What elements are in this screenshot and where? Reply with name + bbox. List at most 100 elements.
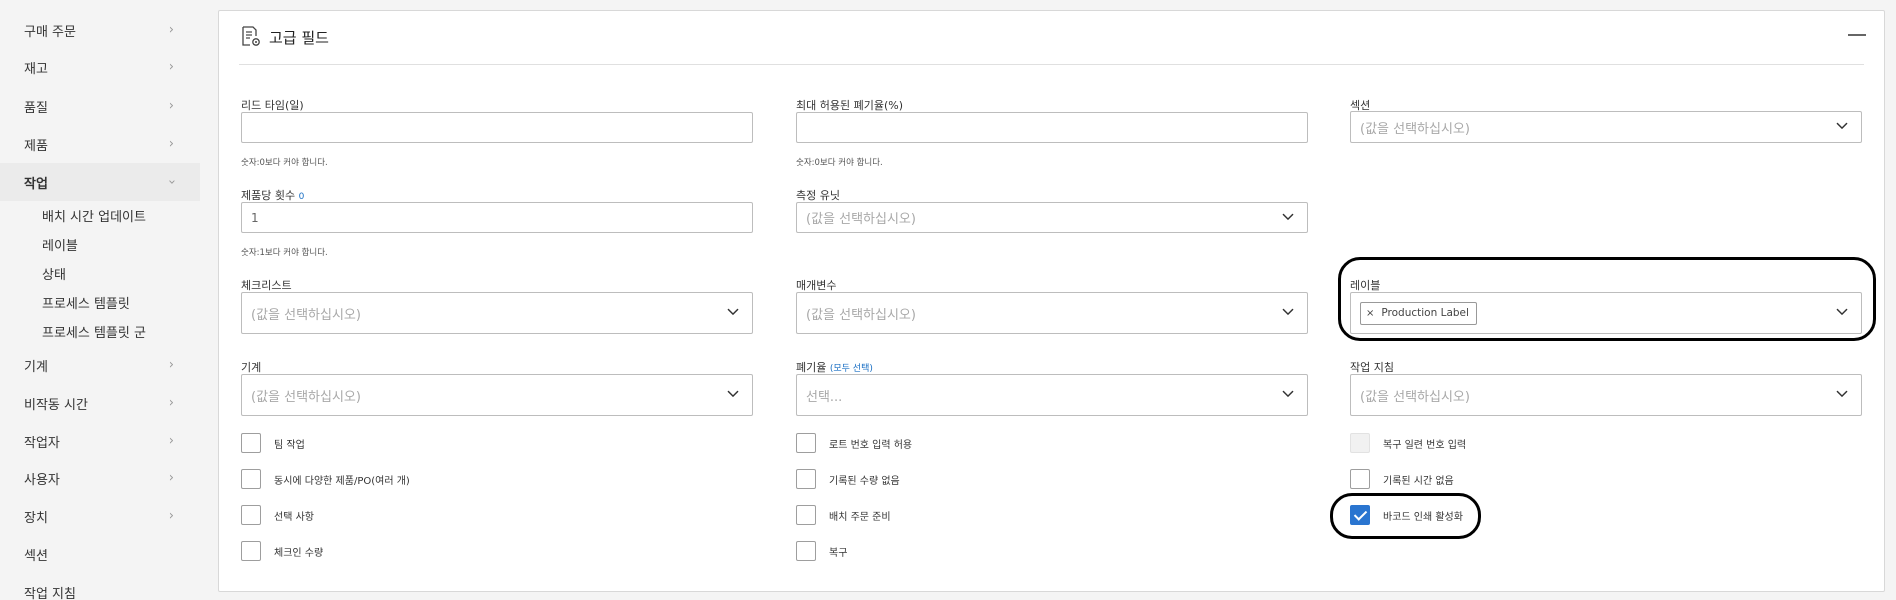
work-instruction-label: 작업 지침 [1350, 361, 1394, 374]
chip-label: Production Label [1381, 307, 1469, 319]
machine-label: 기계 [241, 361, 262, 374]
sidebar-item-label: 작업 [24, 176, 48, 192]
sidebar-item-operations[interactable]: 작업 › [0, 163, 200, 201]
chevron-down-icon [1836, 308, 1848, 316]
allow-lot-number-checkbox[interactable]: 로트 번호 입력 허용 [796, 433, 912, 453]
lead-time-input[interactable] [241, 112, 753, 143]
sidebar-item-products[interactable]: 제품 › [0, 125, 200, 163]
chevron-right-icon: › [168, 470, 174, 486]
max-scrap-hint: 숫자:0보다 커야 합니다. [796, 158, 883, 168]
checkbox-label: 체크인 수량 [274, 547, 324, 559]
checkbox[interactable] [241, 541, 261, 561]
sidebar-item-label: 기계 [24, 359, 48, 375]
section-select-placeholder: (값을 선택하십시오) [1360, 121, 1470, 137]
work-instruction-placeholder: (값을 선택하십시오) [1360, 389, 1470, 405]
checkbox[interactable] [241, 433, 261, 453]
sidebar-subitem-process-template-groups[interactable]: 프로세스 템플릿 군 [42, 317, 146, 346]
chevron-down-icon: › [163, 179, 179, 185]
chevron-right-icon: › [168, 98, 174, 114]
sidebar-item-inventory[interactable]: 재고 › [0, 48, 200, 86]
panel-header: 고급 필드 [219, 11, 1884, 64]
sidebar-item-label: 구매 주문 [24, 24, 76, 40]
labels-label: 레이블 [1350, 279, 1381, 292]
checkbox-label: 선택 사항 [274, 511, 314, 523]
labels-select[interactable]: × Production Label [1350, 292, 1862, 334]
team-work-checkbox[interactable]: 팀 작업 [241, 433, 305, 453]
sidebar-subitem-batch-time-update[interactable]: 배치 시간 업데이트 [42, 201, 146, 230]
select-all-link[interactable]: (모두 선택) [830, 364, 873, 374]
chevron-down-icon [1836, 390, 1848, 398]
count-per-product-hint: 숫자:1보다 커야 합니다. [241, 248, 328, 258]
measure-unit-select[interactable]: (값을 선택하십시오) [796, 202, 1308, 233]
count-per-product-label: 제품당 횟수 0 [241, 187, 304, 203]
chevron-right-icon: › [168, 395, 174, 411]
checkbox[interactable] [241, 505, 261, 525]
checkbox[interactable] [796, 505, 816, 525]
collapse-icon[interactable] [1848, 34, 1866, 36]
sidebar-item-quality[interactable]: 품질 › [0, 87, 200, 125]
checkbox-label: 기록된 수량 없음 [829, 475, 900, 487]
checkbox-label: 팀 작업 [274, 439, 305, 451]
sidebar-subitem-process-templates[interactable]: 프로세스 템플릿 [42, 288, 130, 317]
checkbox[interactable] [241, 469, 261, 489]
checkbox[interactable] [1350, 469, 1370, 489]
optional-checkbox[interactable]: 선택 사항 [241, 505, 314, 525]
chevron-right-icon: › [168, 136, 174, 152]
machine-select[interactable]: (값을 선택하십시오) [241, 374, 753, 416]
sidebar-item-users[interactable]: 사용자 › [0, 459, 200, 497]
checklist-select[interactable]: (값을 선택하십시오) [241, 292, 753, 334]
scrap-label: 폐기율 (모두 선택) [796, 359, 873, 375]
repair-serial-checkbox: 복구 일련 번호 입력 [1350, 433, 1466, 453]
sidebar: 구매 주문 › 재고 › 품질 › 제품 › 작업 › 배치 시간 업데이트 레이블 상태… [0, 0, 200, 600]
checkbox[interactable] [796, 433, 816, 453]
checkbox [1350, 433, 1370, 453]
info-marker: 0 [298, 192, 305, 202]
checkbox-label: 로트 번호 입력 허용 [829, 439, 913, 451]
count-per-product-input[interactable]: 1 [241, 202, 753, 233]
work-instruction-select[interactable]: (값을 선택하십시오) [1350, 374, 1862, 416]
sidebar-item-operators[interactable]: 작업자 › [0, 422, 200, 460]
sidebar-item-downtime[interactable]: 비작동 시간 › [0, 384, 200, 422]
max-scrap-label: 최대 허용된 폐기율(%) [796, 99, 903, 112]
sidebar-item-purchase-orders[interactable]: 구매 주문 › [0, 11, 200, 49]
checkbox[interactable] [796, 469, 816, 489]
sidebar-item-sections[interactable]: 섹션 [0, 535, 200, 573]
chevron-right-icon: › [168, 59, 174, 75]
checkbox[interactable] [796, 541, 816, 561]
no-recorded-time-checkbox[interactable]: 기록된 시간 없음 [1350, 469, 1454, 489]
chevron-right-icon: › [168, 508, 174, 524]
production-label-chip[interactable]: × Production Label [1360, 301, 1477, 325]
sidebar-item-label: 품질 [24, 100, 48, 116]
multi-product-checkbox[interactable]: 동시에 다양한 제품/PO(여러 개) [241, 469, 410, 489]
sidebar-item-machines[interactable]: 기계 › [0, 346, 200, 384]
checkbox-label: 바코드 인쇄 활성화 [1383, 511, 1463, 523]
count-per-product-label-text: 제품당 횟수 [241, 189, 296, 202]
checkbox-checked[interactable] [1350, 505, 1370, 525]
repair-checkbox[interactable]: 복구 [796, 541, 847, 561]
checkbox-label: 기록된 시간 없음 [1383, 475, 1454, 487]
parameters-select[interactable]: (값을 선택하십시오) [796, 292, 1308, 334]
sidebar-subitem-status[interactable]: 상태 [42, 259, 66, 288]
section-select[interactable]: (값을 선택하십시오) [1350, 111, 1862, 143]
parameters-placeholder: (값을 선택하십시오) [806, 307, 916, 323]
check-in-quantity-checkbox[interactable]: 체크인 수량 [241, 541, 323, 561]
chevron-down-icon [1836, 122, 1848, 130]
batch-order-prep-checkbox[interactable]: 배치 주문 준비 [796, 505, 891, 525]
divider [239, 64, 1864, 65]
chevron-down-icon [727, 390, 739, 398]
sidebar-item-work-instructions[interactable]: 작업 지침 [0, 573, 200, 600]
measure-unit-label: 측정 유닛 [796, 189, 840, 202]
max-scrap-input[interactable] [796, 112, 1308, 143]
remove-chip-icon[interactable]: × [1366, 308, 1374, 319]
checklist-placeholder: (값을 선택하십시오) [251, 307, 361, 323]
sidebar-item-label: 섹션 [24, 548, 48, 564]
sidebar-item-devices[interactable]: 장치 › [0, 497, 200, 535]
checklist-label: 체크리스트 [241, 279, 292, 292]
scrap-select[interactable]: 선택... [796, 374, 1308, 416]
document-settings-icon [242, 26, 260, 46]
scrap-placeholder: 선택... [806, 389, 843, 405]
sidebar-item-label: 작업 지침 [24, 586, 76, 600]
no-recorded-quantity-checkbox[interactable]: 기록된 수량 없음 [796, 469, 900, 489]
sidebar-subitem-labels[interactable]: 레이블 [42, 230, 78, 259]
enable-barcode-print-checkbox[interactable]: 바코드 인쇄 활성화 [1350, 505, 1463, 525]
